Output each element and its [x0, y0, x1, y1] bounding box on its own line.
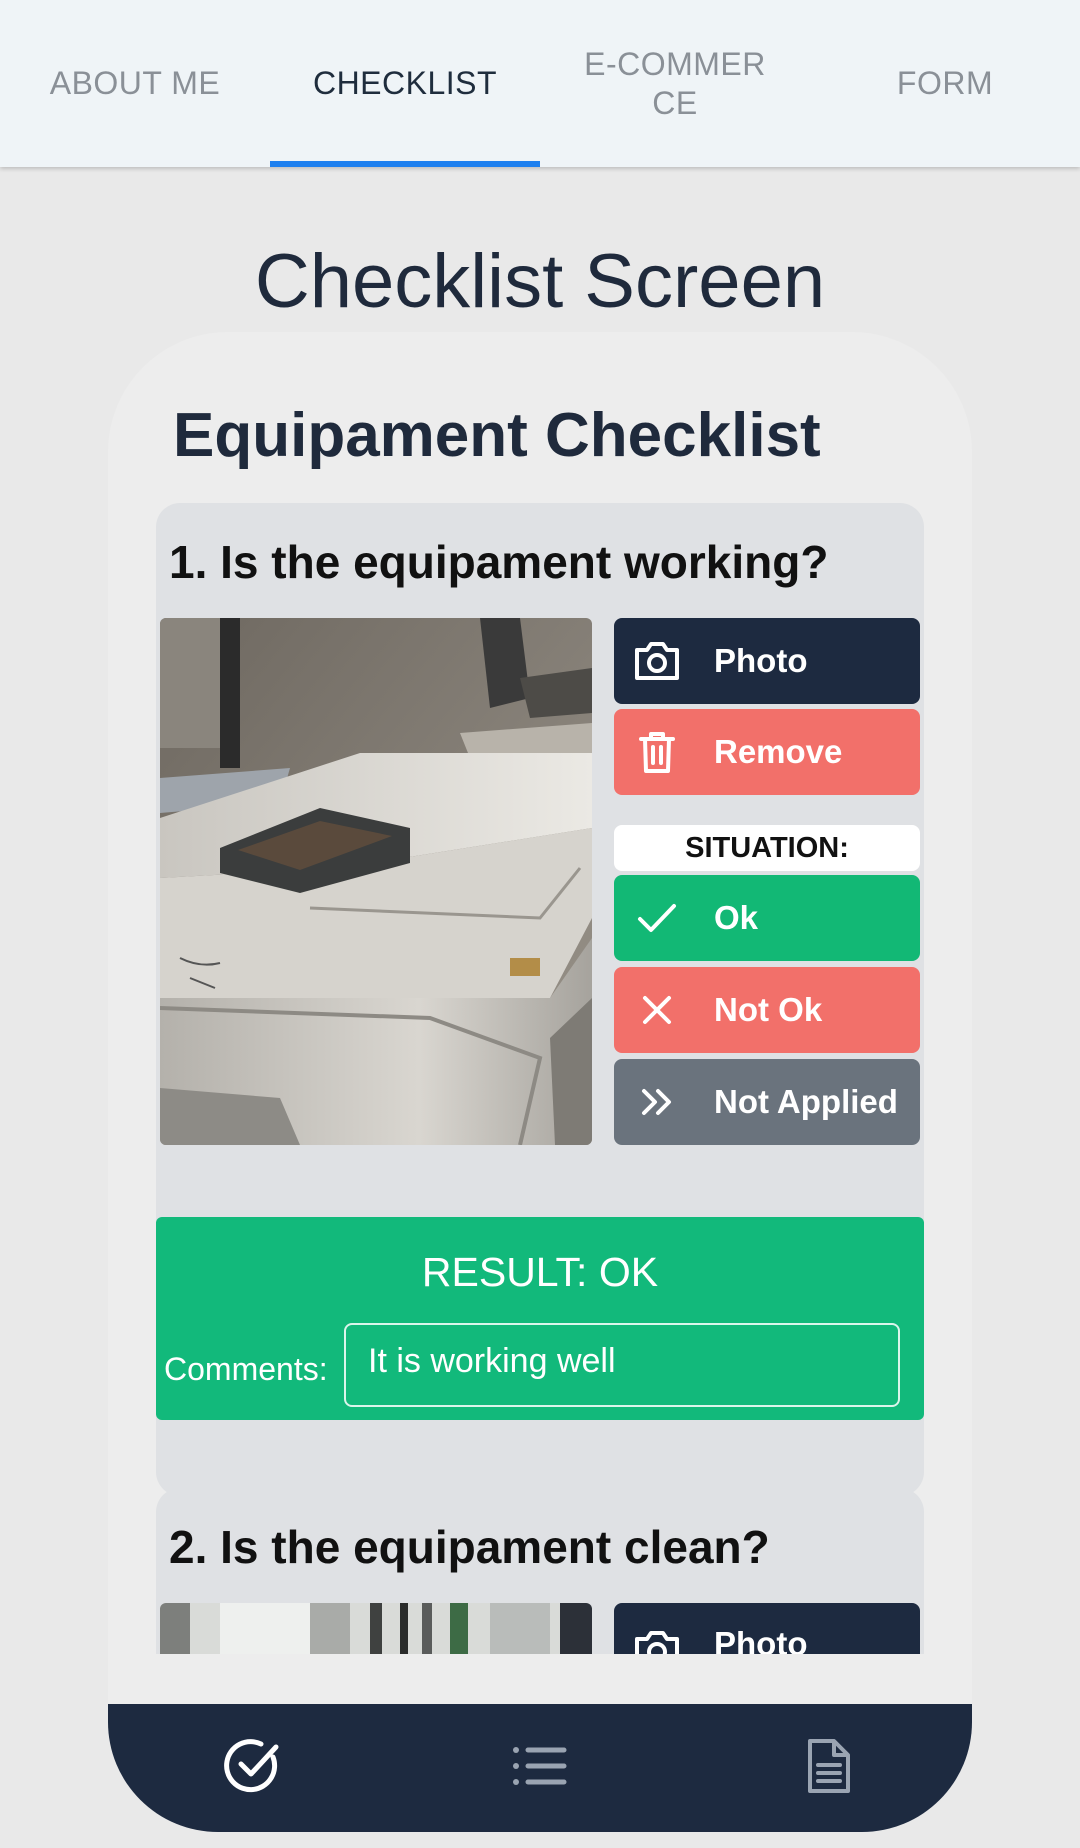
bottom-nav: [108, 1704, 972, 1832]
situation-not-applied-button[interactable]: Not Applied: [614, 1059, 920, 1145]
nav-list[interactable]: [396, 1704, 684, 1832]
tab-checklist[interactable]: CHECKLIST: [270, 0, 540, 167]
tab-checklist-label: CHECKLIST: [312, 65, 498, 101]
add-photo-button[interactable]: Photo: [614, 618, 920, 704]
tab-e-commerce[interactable]: E-COMMERCE: [540, 0, 810, 167]
equipment-photo: [160, 618, 592, 1145]
nav-document[interactable]: [684, 1704, 972, 1832]
comments-input[interactable]: [344, 1323, 900, 1407]
comments-label: Comments:: [164, 1351, 328, 1387]
add-photo-label: Photo: [714, 1625, 808, 1654]
camera-icon: [632, 1625, 682, 1654]
double-chevron-right-icon: [632, 1077, 682, 1127]
tab-about-me-label: ABOUT ME: [49, 65, 221, 101]
checklist-item: 2. Is the equipament clean? Photo: [156, 1488, 924, 1654]
screen-title: Checklist Screen: [254, 239, 826, 324]
remove-photo-label: Remove: [714, 733, 843, 770]
remove-photo-button[interactable]: Remove: [614, 709, 920, 795]
checklist-scroll-area[interactable]: Equipament Checklist 1. Is the equipamen…: [108, 332, 972, 1654]
tab-e-commerce-label: E-COMMERCE: [584, 45, 766, 121]
trash-icon: [632, 727, 682, 777]
equipment-photo: [160, 1603, 592, 1654]
checklist-title: Equipament Checklist: [173, 401, 821, 470]
checkmark-icon: [632, 893, 682, 943]
checklist-item: 1. Is the equipament working? Photo Remo…: [156, 503, 924, 1496]
result-box: RESULT: OK Comments:: [156, 1217, 924, 1420]
camera-icon: [632, 636, 682, 686]
result-text: RESULT: OK: [421, 1249, 659, 1295]
tab-form[interactable]: FORM: [810, 0, 1080, 167]
close-x-icon: [632, 985, 682, 1035]
situation-not-ok-button[interactable]: Not Ok: [614, 967, 920, 1053]
nav-checklist[interactable]: [108, 1704, 396, 1832]
tab-about-me[interactable]: ABOUT ME: [0, 0, 270, 167]
add-photo-button[interactable]: Photo: [614, 1603, 920, 1654]
check-circle-icon: [221, 1735, 283, 1802]
situation-not-ok-label: Not Ok: [714, 991, 823, 1028]
situation-label: SITUATION:: [614, 825, 920, 871]
list-icon: [512, 1744, 568, 1793]
situation-ok-label: Ok: [714, 899, 759, 936]
add-photo-label: Photo: [714, 642, 808, 679]
document-icon: [804, 1737, 852, 1800]
item-question: 1. Is the equipament working?: [169, 536, 829, 588]
checklist-device-card: Equipament Checklist 1. Is the equipamen…: [108, 332, 972, 1832]
active-tab-indicator: [270, 161, 540, 167]
situation-ok-button[interactable]: Ok: [614, 875, 920, 961]
situation-not-applied-label: Not Applied: [714, 1083, 898, 1120]
tab-form-label: FORM: [896, 65, 994, 101]
top-tab-bar: ABOUT ME CHECKLIST E-COMMERCE FORM: [0, 0, 1080, 167]
item-question: 2. Is the equipament clean?: [169, 1521, 770, 1573]
